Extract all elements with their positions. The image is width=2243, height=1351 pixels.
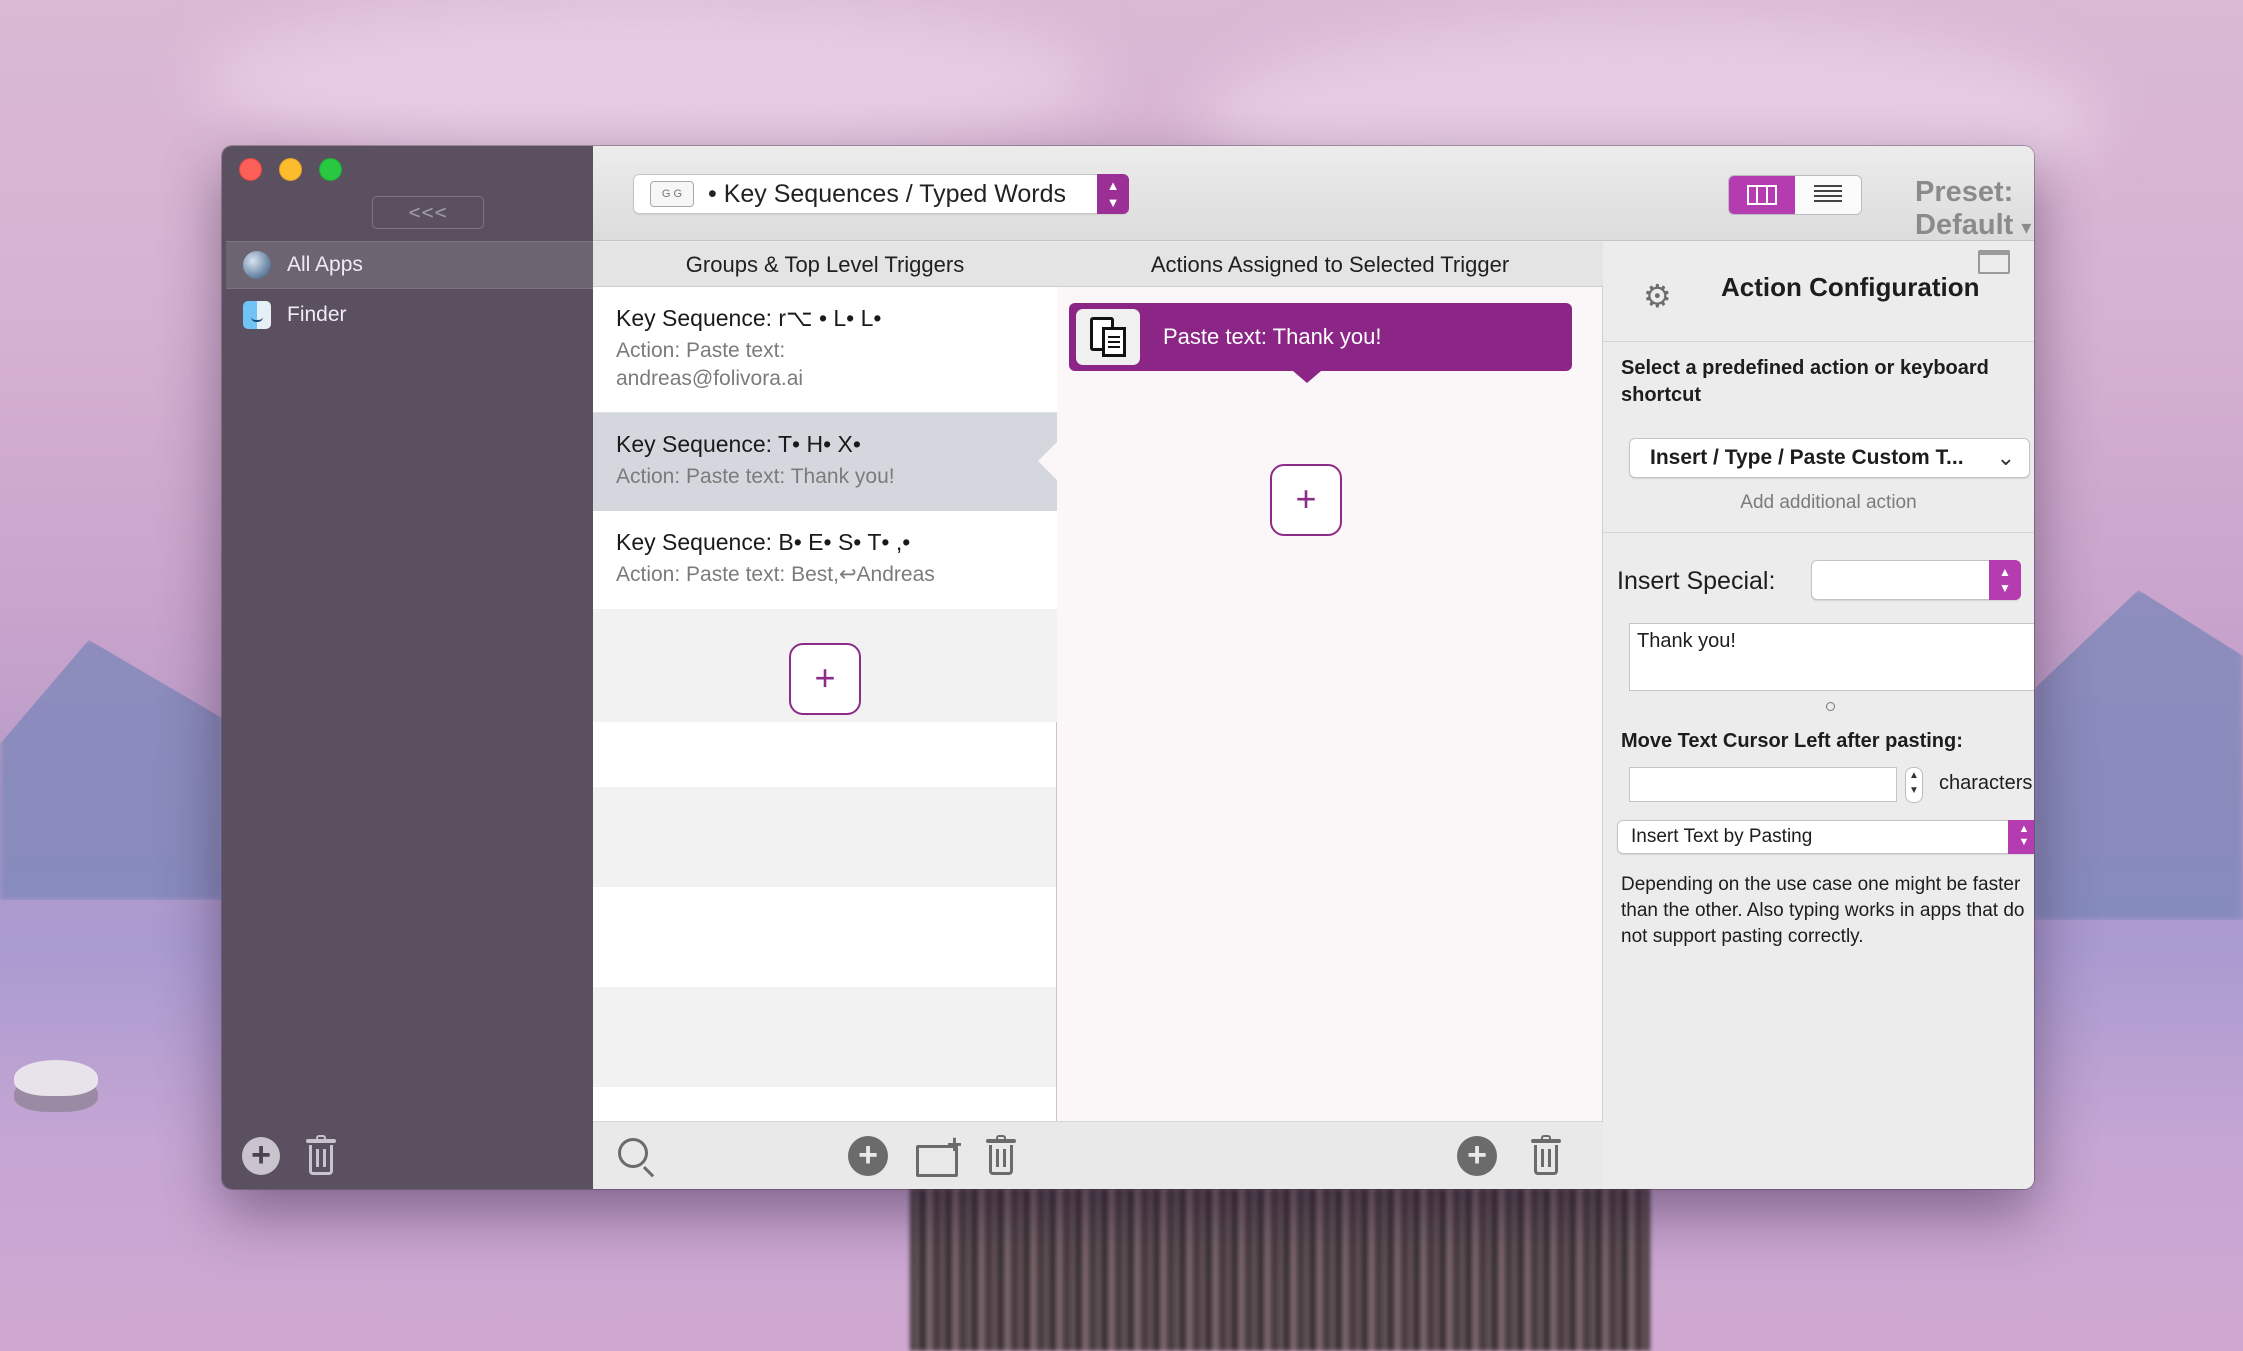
select-action-label: Select a predefined action or keyboard s… [1621,357,1989,406]
cursor-offset-stepper[interactable]: ▲ ▼ [1905,767,1923,803]
divider [1603,532,2034,533]
sidebar-item-label: Finder [287,303,347,326]
list-view-button[interactable] [1795,176,1861,214]
trigger-row[interactable]: Key Sequence: B• E• S• T• ,• Action: Pas… [593,511,1057,609]
trigger-row-selected[interactable]: Key Sequence: T• H• X• Action: Paste tex… [593,413,1057,511]
action-type-dropdown[interactable]: Insert / Type / Paste Custom T... ⌄ [1629,438,2030,478]
globe-icon [243,251,271,279]
list-icon [1814,185,1842,205]
trigger-type-select[interactable]: G G • Key Sequences / Typed Words ▲ ▼ [633,174,1129,214]
action-label: Paste text: Thank you! [1163,324,1382,349]
config-header: ⚙ Action Configuration [1603,242,2034,342]
sidebar-item-finder[interactable]: Finder [226,291,593,339]
triggers-list: Key Sequence: r⌥ • L• L• Action: Paste t… [593,287,1057,1121]
gear-icon: ⚙ [1643,278,1672,314]
config-title: Action Configuration [1721,272,1980,302]
sidebar: <<< All Apps Finder + [222,146,593,1189]
delete-action-button[interactable] [1531,1135,1561,1175]
background-mountain [2034,590,2243,920]
add-additional-action-link[interactable]: Add additional action [1603,492,2034,514]
add-trigger-footer-button[interactable]: + [848,1136,888,1176]
action-configuration-panel: ⚙ Action Configuration Select a predefin… [1603,242,2034,1189]
add-action-footer-button[interactable]: + [1457,1136,1497,1176]
actions-list: Paste text: Thank you! + [1057,287,1603,1121]
background-cloud [200,0,1100,160]
action-item-selected[interactable]: Paste text: Thank you! [1069,303,1572,383]
resize-handle-icon[interactable] [1826,702,1835,711]
preset-selector[interactable]: Preset: Default ▾ [1915,176,2034,242]
detach-window-icon[interactable] [1978,250,2010,274]
actions-footer: + [1057,1121,1603,1189]
zoom-window-button[interactable] [319,158,342,181]
sidebar-footer: + [242,1135,336,1175]
add-folder-icon[interactable] [916,1129,962,1177]
sidebar-item-label: All Apps [287,253,363,276]
select-stepper-icon: ▲ ▼ [1097,174,1129,214]
collapse-sidebar-button[interactable]: <<< [372,196,484,229]
trigger-action: Action: Paste text: Thank you! [616,465,895,488]
column-view-button[interactable] [1729,176,1795,214]
triggers-column-header: Groups & Top Level Triggers [593,242,1057,287]
background-rock [14,1060,98,1096]
delete-app-button[interactable] [306,1135,336,1175]
add-app-button[interactable]: + [242,1137,280,1175]
trigger-title: Key Sequence: r⌥ • L• L• [616,305,882,331]
insert-special-label: Insert Special: [1617,567,1776,595]
app-window: <<< All Apps Finder + G G • Key Sequence… [222,146,2034,1189]
characters-label: characters [1939,772,2033,794]
columns-icon [1747,185,1777,205]
paste-text-area[interactable]: Thank you! [1629,623,2034,691]
triggers-footer: + [593,1121,1057,1189]
finder-icon [243,301,271,329]
trigger-type-label: • Key Sequences / Typed Words [708,179,1067,208]
close-window-button[interactable] [239,158,262,181]
move-cursor-label: Move Text Cursor Left after pasting: [1621,730,1963,752]
insert-special-select[interactable]: ▲ ▼ [1811,560,2021,600]
trigger-action: Action: Paste text: Best,↩Andreas [616,563,935,586]
background-mountain [0,640,222,900]
minimize-window-button[interactable] [279,158,302,181]
trigger-row[interactable]: Key Sequence: r⌥ • L• L• Action: Paste t… [593,287,1057,413]
keyboard-keys-icon: G G [650,181,694,207]
sidebar-item-all-apps[interactable]: All Apps [226,241,593,289]
trigger-title: Key Sequence: B• E• S• T• ,• [616,529,911,555]
trigger-action: Action: Paste text: andreas@folivora.ai [616,339,804,390]
paste-clipboard-icon [1076,309,1140,365]
insert-mode-help-text: Depending on the use case one might be f… [1621,874,2025,947]
search-icon[interactable] [618,1138,648,1168]
action-type-value: Insert / Type / Paste Custom T... [1650,446,1964,469]
select-stepper-icon: ▲ ▼ [2008,820,2034,854]
chevron-down-icon: ⌄ [1996,445,2015,470]
trigger-title: Key Sequence: T• H• X• [616,431,861,457]
actions-column-header: Actions Assigned to Selected Trigger [1057,242,1603,287]
background-reflection [910,1188,1650,1351]
add-action-button[interactable]: + [1270,464,1342,536]
view-mode-toggle [1728,175,1862,215]
preset-label: Preset: Default [1915,176,2014,241]
delete-trigger-button[interactable] [986,1135,1016,1175]
toolbar: G G • Key Sequences / Typed Words ▲ ▼ Pre… [593,146,2034,241]
add-trigger-button[interactable]: + [789,643,861,715]
insert-mode-value: Insert Text by Pasting [1631,826,1813,847]
select-stepper-icon: ▲ ▼ [1989,560,2021,600]
chevron-down-icon: ▾ [2021,217,2032,239]
insert-mode-select[interactable]: Insert Text by Pasting ▲ ▼ [1617,820,2034,854]
cursor-offset-input[interactable] [1629,767,1897,802]
